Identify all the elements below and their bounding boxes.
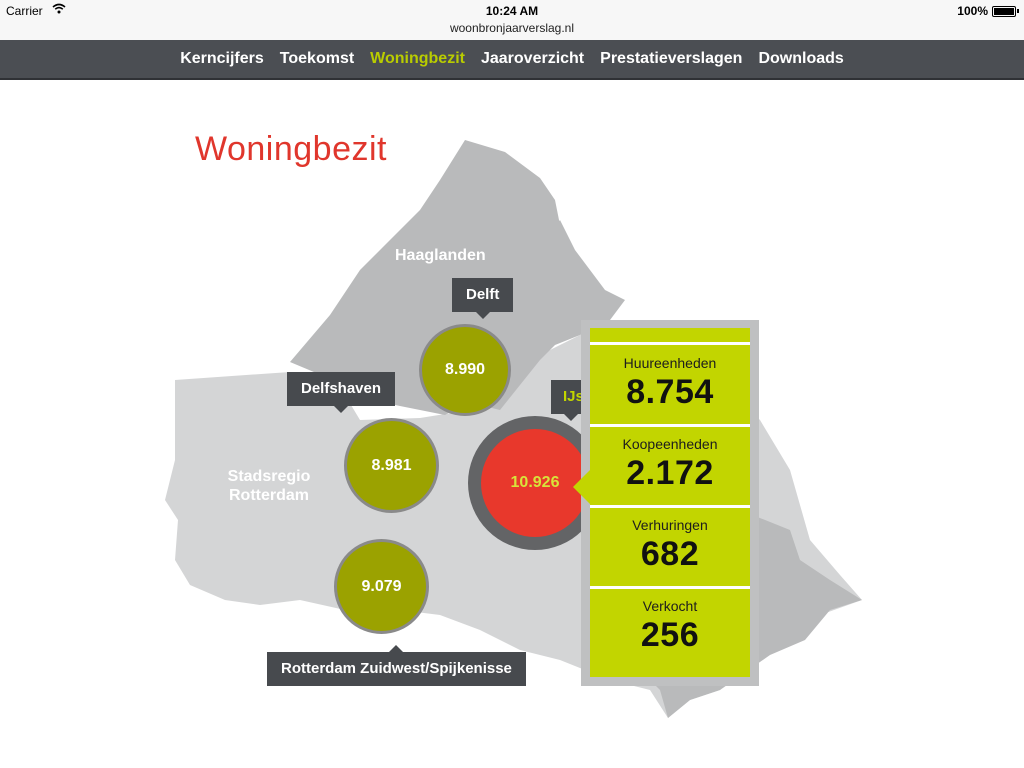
panel-divider — [590, 342, 750, 345]
panel-divider — [590, 424, 750, 427]
tooltip-zuidwest: Rotterdam Zuidwest/Spijkenisse — [267, 645, 526, 686]
tooltip-arrow-icon — [389, 645, 404, 652]
stat-huureenheden: Huureenheden 8.754 — [590, 355, 750, 412]
region-label-stadsregio: Stadsregio Rotterdam — [214, 467, 324, 505]
tooltip-delfshaven-label: Delfshaven — [301, 380, 382, 397]
tooltip-arrow-icon — [475, 312, 490, 319]
stat-label: Verkocht — [642, 598, 698, 614]
panel-pointer-icon — [573, 470, 590, 504]
tooltip-delft-label: Delft — [466, 286, 500, 303]
tooltip-arrow-icon — [564, 414, 578, 421]
bubble-delft[interactable]: 8.990 — [419, 324, 511, 416]
stat-value: 256 — [640, 616, 700, 654]
panel-divider — [590, 505, 750, 508]
bubble-delfshaven[interactable]: 8.981 — [344, 418, 439, 513]
stat-value: 2.172 — [626, 454, 714, 492]
stat-label: Huureenheden — [623, 355, 717, 371]
tooltip-arrow-icon — [334, 406, 349, 413]
bubble-zuidwest[interactable]: 9.079 — [334, 539, 429, 634]
panel-divider — [590, 586, 750, 589]
page-title: Woningbezit — [195, 130, 387, 168]
detail-panel: Huureenheden 8.754 Koopeenheden 2.172 Ve… — [590, 328, 750, 677]
stat-label: Koopeenheden — [622, 436, 718, 452]
tooltip-delfshaven: Delfshaven — [287, 372, 396, 413]
region-label-stadsregio-line2: Rotterdam — [228, 487, 309, 504]
stat-koopeenheden: Koopeenheden 2.172 — [590, 436, 750, 493]
stat-label: Verhuringen — [632, 517, 708, 533]
tooltip-zuidwest-label: Rotterdam Zuidwest/Spijkenisse — [281, 660, 512, 677]
stat-value: 682 — [640, 535, 700, 573]
stat-verhuringen: Verhuringen 682 — [590, 517, 750, 574]
region-label-haaglanden: Haaglanden — [395, 247, 486, 264]
region-label-stadsregio-line1: Stadsregio — [227, 468, 311, 485]
stat-value: 8.754 — [626, 373, 714, 411]
stat-verkocht: Verkocht 256 — [590, 598, 750, 655]
tooltip-delft: Delft — [452, 278, 514, 319]
